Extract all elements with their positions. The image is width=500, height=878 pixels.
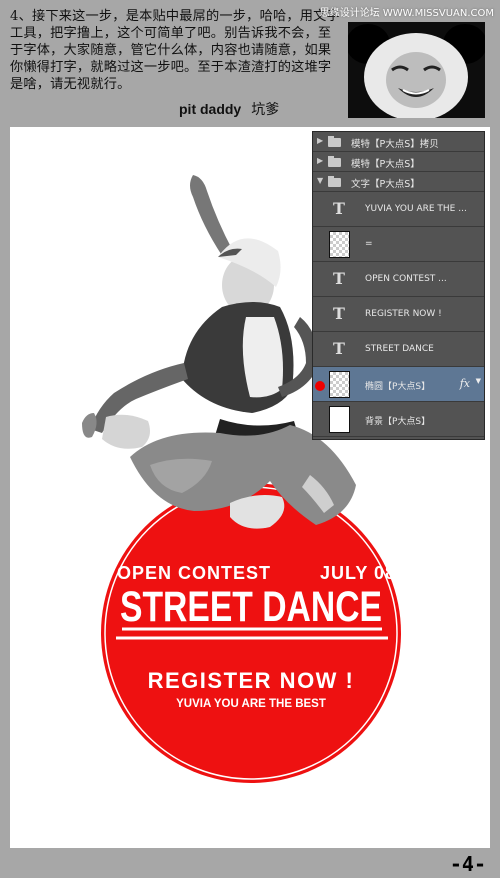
fx-dropdown-icon[interactable]: ▼	[476, 377, 481, 385]
layer-label: =	[365, 239, 373, 249]
ellipse-shape-icon	[315, 381, 325, 391]
layer-label: 背景【P大点S】	[365, 417, 431, 427]
layer-thumbnail	[329, 406, 350, 433]
layer-text-yuvia[interactable]: T YUVIA YOU ARE THE ...	[313, 192, 484, 227]
text-layer-icon: T	[333, 269, 345, 288]
expand-arrow-icon[interactable]: ▶	[317, 156, 323, 165]
layer-text-open-contest[interactable]: T OPEN CONTEST ...	[313, 262, 484, 297]
expand-arrow-icon[interactable]: ▶	[317, 136, 323, 145]
layer-background[interactable]: 背景【P大点S】	[313, 402, 484, 437]
layer-ellipse[interactable]: 椭圆【P大点S】 fx ▼	[313, 367, 484, 402]
layer-text-street-dance[interactable]: T STREET DANCE	[313, 332, 484, 367]
page-number: -4-	[449, 852, 486, 876]
layer-shape-lines[interactable]: =	[313, 227, 484, 262]
layer-group-text[interactable]: ▼ 文字【P大点S】	[313, 172, 484, 192]
layer-label: 椭圆【P大点S】	[365, 382, 431, 392]
panda-meme-image	[348, 22, 485, 118]
layer-thumbnail	[329, 371, 350, 398]
text-layer-icon: T	[333, 339, 345, 358]
layer-thumbnail	[329, 231, 350, 258]
site-watermark: 思缘设计论坛 WWW.MISSVUAN.COM	[319, 8, 494, 19]
signature: pit daddy 坑爹	[179, 99, 279, 119]
collapse-arrow-icon[interactable]: ▼	[317, 176, 323, 185]
layer-group-label: 模特【P大点S】拷贝	[351, 139, 439, 150]
layer-text-register[interactable]: T REGISTER NOW !	[313, 297, 484, 332]
text-layer-icon: T	[333, 199, 345, 218]
signature-en: pit daddy	[179, 101, 242, 117]
layer-group-label: 模特【P大点S】	[351, 159, 420, 170]
instruction-text: 4、接下来这一步，是本贴中最屌的一步，哈哈，用文字工具，把字撸上，这个可简单了吧…	[10, 9, 340, 92]
layer-label: REGISTER NOW !	[365, 309, 442, 319]
layer-group-label: 文字【P大点S】	[351, 179, 420, 190]
layer-label: OPEN CONTEST ...	[365, 274, 447, 284]
layer-label: YUVIA YOU ARE THE ...	[365, 204, 467, 214]
date-text: JULY 08	[320, 563, 396, 583]
register-now-text: REGISTER NOW !	[148, 668, 355, 693]
layers-panel[interactable]: ▶ 模特【P大点S】拷贝 ▶ 模特【P大点S】 ▼ 文字【P大点S】 T YUV…	[312, 131, 485, 440]
layer-label: STREET DANCE	[365, 344, 434, 354]
open-contest-text: OPEN CONTEST	[117, 563, 271, 583]
text-layer-icon: T	[333, 304, 345, 323]
fx-icon[interactable]: fx	[460, 377, 470, 390]
tagline-text: YUVIA YOU ARE THE BEST	[176, 698, 326, 710]
street-dance-title: STREET DANCE	[120, 583, 382, 631]
folder-icon	[328, 156, 341, 167]
layer-group-model[interactable]: ▶ 模特【P大点S】	[313, 152, 484, 172]
signature-cn: 坑爹	[251, 102, 280, 118]
open-folder-icon	[328, 176, 341, 187]
folder-icon	[328, 136, 341, 147]
layer-group-model-copy[interactable]: ▶ 模特【P大点S】拷贝	[313, 132, 484, 152]
